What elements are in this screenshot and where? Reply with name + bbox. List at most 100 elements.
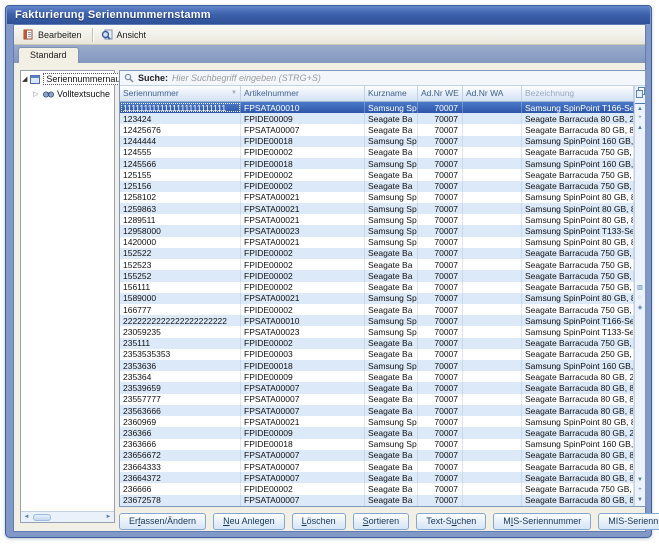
table-cell[interactable]: Seagate Barracuda 750 GB, 16 MB, 7200: [522, 181, 634, 192]
table-cell[interactable]: 23664372: [120, 472, 241, 483]
table-cell[interactable]: [463, 147, 522, 158]
table-cell[interactable]: 1244444: [120, 136, 241, 147]
table-row[interactable]: 1258102FPSATA00021Samsung Sp70007Samsung…: [120, 192, 634, 203]
table-cell[interactable]: FPSATA00021: [241, 293, 365, 304]
table-row[interactable]: 1420000FPSATA00021Samsung Sp70007Samsung…: [120, 237, 634, 248]
table-cell[interactable]: FPSATA00021: [241, 237, 365, 248]
tree-collapsed-icon[interactable]: ▷: [32, 90, 40, 98]
table-cell[interactable]: [463, 382, 522, 393]
table-row[interactable]: 235364FPIDE00009Seagate Ba70007Seagate B…: [120, 371, 634, 382]
table-cell[interactable]: Samsung Sp: [365, 416, 418, 427]
table-cell[interactable]: 23664333: [120, 461, 241, 472]
table-cell[interactable]: Seagate Ba: [365, 169, 418, 180]
text-suchen-button[interactable]: Text-Suchen: [416, 513, 486, 530]
table-row[interactable]: 125156FPIDE00002Seagate Ba70007Seagate B…: [120, 181, 634, 192]
table-cell[interactable]: 70007: [418, 416, 463, 427]
scroll-left-icon[interactable]: ◄: [21, 512, 32, 522]
table-row[interactable]: 23664333FPSATA00007Seagate Ba70007Seagat…: [120, 461, 634, 472]
table-row[interactable]: 1289511FPSATA00021Samsung Sp70007Samsung…: [120, 214, 634, 225]
table-cell[interactable]: [463, 405, 522, 416]
table-cell[interactable]: Seagate Ba: [365, 405, 418, 416]
table-cell[interactable]: FPSATA00021: [241, 192, 365, 203]
row-insert-down-button[interactable]: +: [635, 485, 645, 495]
table-cell[interactable]: Seagate Barracuda 750 GB, 16 MB, 7200: [522, 483, 634, 494]
table-cell[interactable]: Samsung Sp: [365, 326, 418, 337]
löschen-button[interactable]: Löschen: [292, 513, 346, 530]
table-cell[interactable]: 70007: [418, 248, 463, 259]
table-cell[interactable]: [463, 293, 522, 304]
table-cell[interactable]: [463, 158, 522, 169]
table-cell[interactable]: Samsung SpinPoint 80 GB, 8 MB, 7200, S-: [522, 192, 634, 203]
table-cell[interactable]: 236666: [120, 483, 241, 494]
table-cell[interactable]: Seagate Barracuda 80 GB, 8 MB, 7200, NC: [522, 450, 634, 461]
table-cell[interactable]: 70007: [418, 282, 463, 293]
table-cell[interactable]: FPIDE00002: [241, 169, 365, 180]
table-cell[interactable]: Samsung Sp: [365, 293, 418, 304]
table-cell[interactable]: Samsung Sp: [365, 315, 418, 326]
table-cell[interactable]: 12425676: [120, 124, 241, 135]
table-cell[interactable]: [463, 225, 522, 236]
table-cell[interactable]: Seagate Ba: [365, 248, 418, 259]
erfassen-ändern-button[interactable]: Erfassen/Ändern: [119, 513, 206, 530]
table-cell[interactable]: 70007: [418, 214, 463, 225]
table-cell[interactable]: 70007: [418, 293, 463, 304]
table-cell[interactable]: 70007: [418, 102, 463, 113]
table-row[interactable]: 152523FPIDE00002Seagate Ba70007Seagate B…: [120, 259, 634, 270]
table-cell[interactable]: [463, 495, 522, 506]
table-cell[interactable]: [463, 124, 522, 135]
table-cell[interactable]: Seagate Barracuda 750 GB, 16 MB, 7200: [522, 270, 634, 281]
table-cell[interactable]: Seagate Barracuda 80 GB, 8 MB, 7200, NC: [522, 382, 634, 393]
table-cell[interactable]: Seagate Ba: [365, 450, 418, 461]
table-cell[interactable]: FPIDE00009: [241, 113, 365, 124]
table-cell[interactable]: Seagate Barracuda 750 GB, 16 MB, 7200: [522, 259, 634, 270]
table-cell[interactable]: 1258102: [120, 192, 241, 203]
table-cell[interactable]: 2353636: [120, 360, 241, 371]
column-header-bezeichnung[interactable]: Bezeichnung: [522, 86, 634, 101]
table-cell[interactable]: FPIDE00002: [241, 304, 365, 315]
table-cell[interactable]: FPSATA00007: [241, 382, 365, 393]
column-chooser-icon[interactable]: [636, 87, 645, 100]
table-row[interactable]: 23672578FPSATA00007Seagate Ba70007Seagat…: [120, 495, 634, 506]
table-cell[interactable]: Samsung SpinPoint 80 GB, 8 MB, 7200, S-: [522, 203, 634, 214]
table-cell[interactable]: Samsung Sp: [365, 214, 418, 225]
edit-menu-button[interactable]: Bearbeiten: [18, 27, 89, 42]
table-cell[interactable]: [463, 136, 522, 147]
table-row[interactable]: 123424FPIDE00009Seagate Ba70007Seagate B…: [120, 113, 634, 124]
table-cell[interactable]: 70007: [418, 124, 463, 135]
table-cell[interactable]: FPIDE00003: [241, 349, 365, 360]
table-cell[interactable]: [463, 326, 522, 337]
table-cell[interactable]: Samsung Sp: [365, 225, 418, 236]
table-cell[interactable]: Samsung SpinPoint T133-Serie 400 GB, 72: [522, 225, 634, 236]
table-cell[interactable]: 70007: [418, 203, 463, 214]
table-cell[interactable]: [463, 338, 522, 349]
grid-zoom-icon[interactable]: ◈: [635, 303, 645, 313]
table-cell[interactable]: Seagate Ba: [365, 483, 418, 494]
scroll-up-button[interactable]: ▲: [635, 123, 645, 133]
table-cell[interactable]: [463, 282, 522, 293]
table-cell[interactable]: 1289511: [120, 214, 241, 225]
table-cell[interactable]: FPSATA00021: [241, 203, 365, 214]
table-row[interactable]: 12958000FPSATA00023Samsung Sp70007Samsun…: [120, 225, 634, 236]
table-cell[interactable]: Seagate Ba: [365, 181, 418, 192]
table-cell[interactable]: FPIDE00002: [241, 282, 365, 293]
table-cell[interactable]: 2353535353: [120, 349, 241, 360]
table-cell[interactable]: FPIDE00002: [241, 483, 365, 494]
table-cell[interactable]: Seagate Barracuda 80 GB, 8 MB, 7200, NC: [522, 394, 634, 405]
table-cell[interactable]: Seagate Ba: [365, 259, 418, 270]
table-cell[interactable]: 70007: [418, 427, 463, 438]
scroll-right-icon[interactable]: ►: [103, 512, 114, 522]
table-cell[interactable]: 152522: [120, 248, 241, 259]
table-cell[interactable]: Seagate Barracuda 80 GB, 2 MB, 7200: [522, 113, 634, 124]
table-cell[interactable]: [463, 169, 522, 180]
table-cell[interactable]: [463, 394, 522, 405]
table-cell[interactable]: [463, 113, 522, 124]
table-cell[interactable]: [463, 203, 522, 214]
table-cell[interactable]: 12958000: [120, 225, 241, 236]
table-row[interactable]: 236366FPIDE00009Seagate Ba70007Seagate B…: [120, 427, 634, 438]
column-header-ad-nr-wa[interactable]: Ad.Nr WA: [463, 86, 522, 101]
grid-vertical-scrollbar[interactable]: ▲+▲ ▥◌◈ ▼+▼: [634, 86, 645, 506]
table-cell[interactable]: 70007: [418, 360, 463, 371]
table-row[interactable]: 1245566FPIDE00018Samsung Sp70007Samsung …: [120, 158, 634, 169]
table-cell[interactable]: Seagate Barracuda 750 GB, 16 MB, 7200: [522, 248, 634, 259]
table-cell[interactable]: Samsung Sp: [365, 158, 418, 169]
